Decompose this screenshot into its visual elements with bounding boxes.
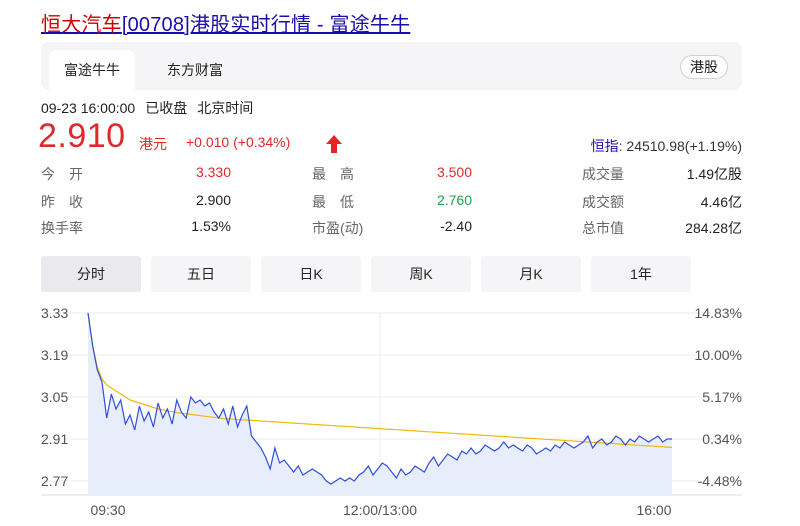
y-axis-right: 14.83% 10.00% 5.17% 0.34% -4.48% (695, 305, 742, 489)
y-tick-left: 3.19 (41, 347, 68, 363)
stats-row: 换手率 1.53% 市盈(动) -2.40 总市值 284.28亿 (41, 218, 742, 244)
status-timezone: 北京时间 (197, 100, 254, 116)
stat-label-volume: 成交量 (582, 166, 624, 182)
stat-value-high: 3.500 (436, 164, 472, 180)
tab-futu[interactable]: 富途牛牛 (49, 50, 135, 90)
stat-value-low: 2.760 (436, 192, 472, 208)
price-currency: 港元 (139, 136, 167, 152)
stat-label-open: 今 开 (41, 166, 83, 182)
stats-row: 昨 收 2.900 最 低 2.760 成交额 4.46亿 (41, 192, 742, 218)
x-tick: 16:00 (636, 502, 671, 518)
page-title-link[interactable]: 恒大汽车[00708]港股实时行情 - 富途牛牛 (41, 8, 410, 37)
y-tick-right: 14.83% (695, 305, 742, 321)
stats-row: 今 开 3.330 最 高 3.500 成交量 1.49亿股 (41, 164, 742, 190)
up-arrow-icon (326, 135, 342, 153)
hsi-index: 恒指: 24510.98(+1.19%) (591, 136, 742, 156)
stat-value-volume: 1.49亿股 (686, 166, 742, 182)
x-axis: 09:30 12:00/13:00 16:00 (90, 502, 671, 518)
y-tick-right: -4.48% (698, 473, 742, 489)
y-tick-left: 3.33 (41, 305, 68, 321)
last-price: 2.910 (38, 117, 126, 155)
stat-label-high: 最 高 (312, 166, 354, 182)
period-intraday-button[interactable]: 分时 (41, 256, 141, 292)
title-brand: 恒大汽车 (41, 14, 122, 36)
period-5day-button[interactable]: 五日 (151, 256, 251, 292)
y-tick-right: 5.17% (702, 389, 742, 405)
hsi-index-link[interactable]: 恒指 (591, 138, 619, 154)
market-badge[interactable]: 港股 (680, 55, 728, 79)
status-state: 已收盘 (145, 100, 188, 116)
period-selector: 分时 五日 日K 周K 月K 1年 (41, 256, 742, 292)
status-datetime: 09-23 16:00:00 (41, 100, 136, 116)
stat-value-prev-close: 2.900 (195, 192, 231, 208)
stat-label-low: 最 低 (312, 194, 354, 210)
stat-label-turnover-rate: 换手率 (41, 220, 83, 236)
stat-value-open: 3.330 (195, 164, 231, 180)
period-monthly-k-button[interactable]: 月K (481, 256, 581, 292)
trade-status: 09-23 16:00:00 已收盘 北京时间 (41, 98, 263, 118)
hsi-index-value: : 24510.98(+1.19%) (618, 138, 742, 154)
tab-eastmoney[interactable]: 东方财富 (152, 50, 238, 90)
stat-label-pe: 市盈(动) (312, 220, 364, 236)
stat-label-prev-close: 昨 收 (41, 194, 83, 210)
title-rest: [00708]港股实时行情 - 富途牛牛 (121, 14, 411, 36)
source-tabbar: 富途牛牛 东方财富 港股 (41, 42, 742, 90)
y-axis-left: 3.33 3.19 3.05 2.91 2.77 (41, 305, 68, 489)
y-tick-left: 2.91 (41, 431, 68, 447)
period-1year-button[interactable]: 1年 (591, 256, 691, 292)
stat-value-turnover-amount: 4.46亿 (700, 194, 742, 210)
period-daily-k-button[interactable]: 日K (261, 256, 361, 292)
intraday-chart: 3.33 3.19 3.05 2.91 2.77 14.83% 10.00% 5.17% 0.… (41, 305, 742, 518)
stat-value-pe: -2.40 (440, 218, 472, 234)
stat-label-market-cap: 总市值 (582, 220, 624, 236)
y-tick-left: 3.05 (41, 389, 68, 405)
y-tick-right: 0.34% (702, 431, 742, 447)
period-weekly-k-button[interactable]: 周K (371, 256, 471, 292)
stat-label-turnover-amount: 成交额 (582, 194, 624, 210)
x-tick: 12:00/13:00 (343, 502, 417, 518)
price-change: +0.010 (+0.34%) (186, 134, 291, 150)
y-tick-left: 2.77 (41, 473, 68, 489)
stat-value-turnover-rate: 1.53% (191, 218, 231, 234)
stat-value-market-cap: 284.28亿 (685, 220, 742, 236)
x-tick: 09:30 (90, 502, 125, 518)
y-tick-right: 10.00% (695, 347, 742, 363)
